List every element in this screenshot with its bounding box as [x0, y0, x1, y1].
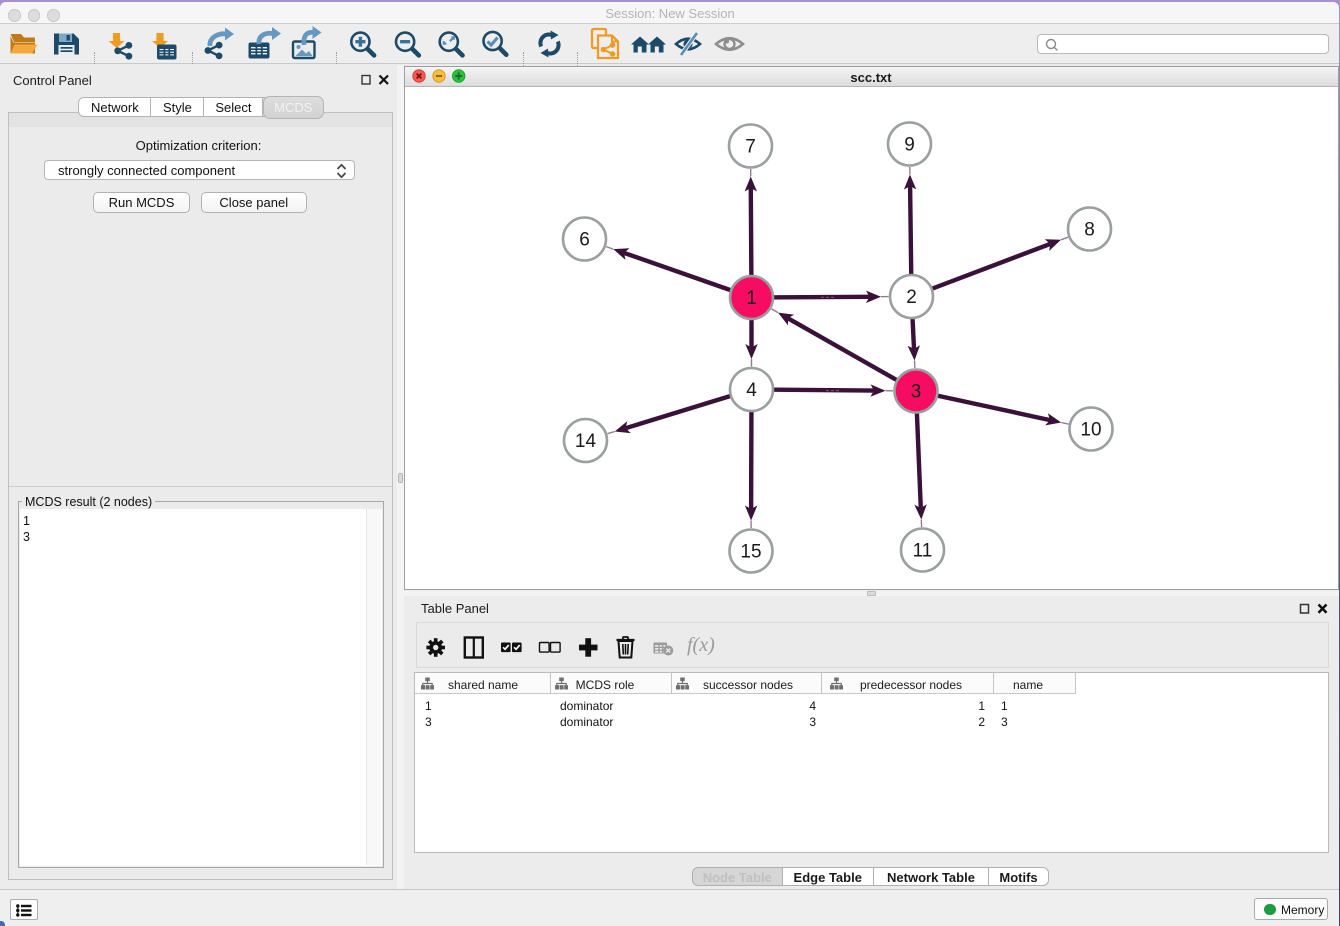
svg-text:11: 11 — [912, 541, 932, 562]
svg-text:7: 7 — [745, 137, 756, 158]
svg-text:4: 4 — [746, 380, 757, 401]
svg-text:15: 15 — [740, 542, 761, 563]
svg-text:1: 1 — [746, 288, 757, 309]
svg-text:2: 2 — [906, 287, 917, 308]
svg-text:8: 8 — [1084, 220, 1095, 241]
svg-text:9: 9 — [904, 135, 915, 156]
svg-text:3: 3 — [910, 382, 921, 403]
svg-text:10: 10 — [1080, 420, 1101, 441]
